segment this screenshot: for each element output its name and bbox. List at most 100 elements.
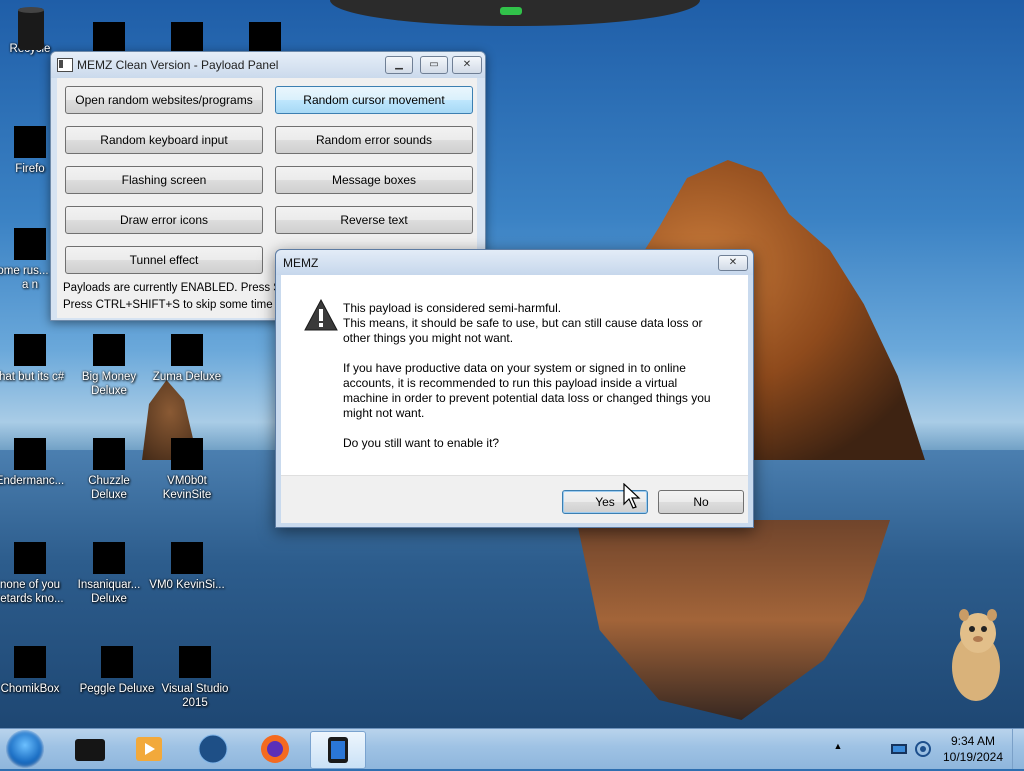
visual-studio-icon: [179, 646, 211, 678]
desktop-icon-visual-studio[interactable]: Visual Studio 2015: [156, 646, 234, 710]
insaniquarium-icon: [93, 542, 125, 574]
desktop-icon-label: Zuma Deluxe: [152, 371, 222, 383]
mouse-cursor-icon: [623, 483, 641, 509]
dialog-question: Do you still want to enable it?: [343, 436, 500, 450]
desktop-icon-that-but-its-c[interactable]: that but its c#: [0, 334, 69, 384]
payload-random-error-sounds-button[interactable]: Random error sounds: [275, 126, 473, 154]
network-icon[interactable]: [890, 741, 908, 757]
file-icon: [14, 334, 46, 366]
dialog-message-line: accounts, it is recommended to run this …: [343, 376, 678, 390]
dialog-message-line: This means, it should be safe to use, bu…: [343, 316, 703, 330]
redacted-icon: [171, 22, 203, 54]
desktop-icon-vm0b0t[interactable]: VM0b0t KevinSite: [148, 438, 226, 502]
clock-time[interactable]: 9:34 AM: [928, 734, 1018, 748]
desktop-icon-label: Big Money Deluxe: [81, 371, 137, 397]
payload-hotkey-hint: Press CTRL+SHIFT+S to skip some time (ma…: [63, 299, 302, 311]
desktop-icon-label: Insaniquar... Deluxe: [77, 579, 141, 605]
app-icon: [75, 739, 105, 761]
desktop-icon-recycle-bin[interactable]: Recycle: [0, 6, 69, 56]
chuzzle-icon: [93, 438, 125, 470]
dialog-close-button[interactable]: ✕: [718, 255, 748, 271]
desktop-icon-label: Visual Studio 2015: [161, 683, 229, 709]
dialog-message-line: machine in order to prevent potential da…: [343, 391, 711, 405]
desktop-icon-label: VM0 KevinSi...: [149, 579, 225, 591]
payload-draw-error-icons-button[interactable]: Draw error icons: [65, 206, 263, 234]
memz-app-icon: [328, 737, 348, 763]
payload-panel-titlebar[interactable]: MEMZ Clean Version - Payload Panel ▁ ▭ ✕: [51, 52, 485, 78]
desktop-icon-label: Peggle Deluxe: [79, 683, 155, 695]
desktop-icon-endermanch[interactable]: Endermanc...: [0, 438, 69, 488]
desktop-icon-chomikbox[interactable]: ChomikBox: [0, 646, 69, 696]
dialog-footer: Yes No: [281, 475, 748, 523]
close-icon: ✕: [462, 59, 472, 70]
payload-tunnel-effect-button[interactable]: Tunnel effect: [65, 246, 263, 274]
firefox-icon: [14, 126, 46, 158]
minimize-icon: ▁: [395, 59, 403, 70]
no-button[interactable]: No: [658, 490, 744, 514]
file-icon: [14, 228, 46, 260]
redacted-icon: [93, 22, 125, 54]
dialog-message-line: This payload is considered semi-harmful.: [343, 301, 562, 315]
desktop-icon-none-of-you[interactable]: none of you retards kno...: [0, 542, 69, 606]
zuma-icon: [171, 334, 203, 366]
dialog-title: MEMZ: [283, 256, 319, 270]
maximize-button[interactable]: ▭: [420, 56, 448, 74]
app-window-icon: [57, 58, 73, 72]
dialog-content: This payload is considered semi-harmful.…: [281, 275, 748, 475]
desktop-icon-zuma[interactable]: Zuma Deluxe: [148, 334, 226, 384]
show-hidden-icons-button[interactable]: ▲: [828, 741, 848, 751]
taskbar-item-media-player[interactable]: [124, 731, 174, 767]
payload-open-websites-button[interactable]: Open random websites/programs: [65, 86, 263, 114]
gadget-indicator: [500, 7, 522, 15]
dialog-message-line: other things you might not want.: [343, 331, 514, 345]
desktop-icon-insaniquarium[interactable]: Insaniquar... Deluxe: [70, 542, 148, 606]
desktop-icon-1[interactable]: [70, 8, 148, 54]
hamster-desktop-pet[interactable]: [942, 605, 1004, 705]
desktop-icon-chuzzle[interactable]: Chuzzle Deluxe: [70, 438, 148, 502]
close-button[interactable]: ✕: [452, 56, 482, 74]
payload-random-keyboard-button[interactable]: Random keyboard input: [65, 126, 263, 154]
desktop-icon-3[interactable]: [226, 8, 304, 54]
shortcut-icon: [171, 438, 203, 470]
start-button[interactable]: [6, 730, 44, 768]
maximize-icon: ▭: [429, 59, 439, 70]
desktop-icon-big-money[interactable]: Big Money Deluxe: [70, 334, 148, 398]
memz-confirm-dialog[interactable]: MEMZ ✕ This payload is considered semi-h…: [275, 249, 754, 528]
desktop-icon-label: none of you retards kno...: [0, 579, 64, 605]
peggle-icon: [101, 646, 133, 678]
desktop-icon-label: ChomikBox: [0, 683, 60, 695]
taskbar-item-app-1[interactable]: [64, 731, 114, 767]
close-icon: ✕: [728, 257, 738, 268]
desktop-icon-label: Endermanc...: [0, 475, 65, 487]
payload-message-boxes-button[interactable]: Message boxes: [275, 166, 473, 194]
payload-status-text: Payloads are currently ENABLED. Press SH…: [63, 282, 293, 294]
recycle-bin-icon: [14, 6, 46, 50]
desktop-icon-2[interactable]: [148, 8, 226, 54]
desktop-icon-vm0[interactable]: VM0 KevinSi...: [148, 542, 226, 592]
payload-random-cursor-button[interactable]: Random cursor movement: [275, 86, 473, 114]
file-icon: [14, 542, 46, 574]
show-desktop-button[interactable]: [1012, 729, 1024, 769]
payload-flashing-screen-button[interactable]: Flashing screen: [65, 166, 263, 194]
folder-icon: [14, 438, 46, 470]
desktop-icon-label: Firefo: [15, 163, 45, 175]
warning-icon: [304, 299, 338, 331]
window-title: MEMZ Clean Version - Payload Panel: [77, 58, 279, 72]
firefox-icon: [261, 735, 289, 763]
taskbar-item-memz[interactable]: [310, 731, 366, 769]
clock-date[interactable]: 10/19/2024: [928, 750, 1018, 764]
big-money-icon: [93, 334, 125, 366]
desktop-icon-label: Chuzzle Deluxe: [88, 475, 130, 501]
dialog-message-line: might not want.: [343, 406, 425, 420]
desktop-icon-peggle[interactable]: Peggle Deluxe: [78, 646, 156, 696]
desktop-icon-label: VM0b0t KevinSite: [162, 475, 212, 501]
dialog-titlebar[interactable]: MEMZ ✕: [276, 250, 753, 275]
globe-icon: [198, 734, 228, 764]
shortcut-icon: [171, 542, 203, 574]
taskbar-item-firefox[interactable]: [250, 731, 300, 767]
payload-reverse-text-button[interactable]: Reverse text: [275, 206, 473, 234]
dialog-message-line: If you have productive data on your syst…: [343, 361, 686, 375]
taskbar-item-browser[interactable]: [188, 731, 238, 767]
minimize-button[interactable]: ▁: [385, 56, 413, 74]
redacted-icon: [249, 22, 281, 54]
